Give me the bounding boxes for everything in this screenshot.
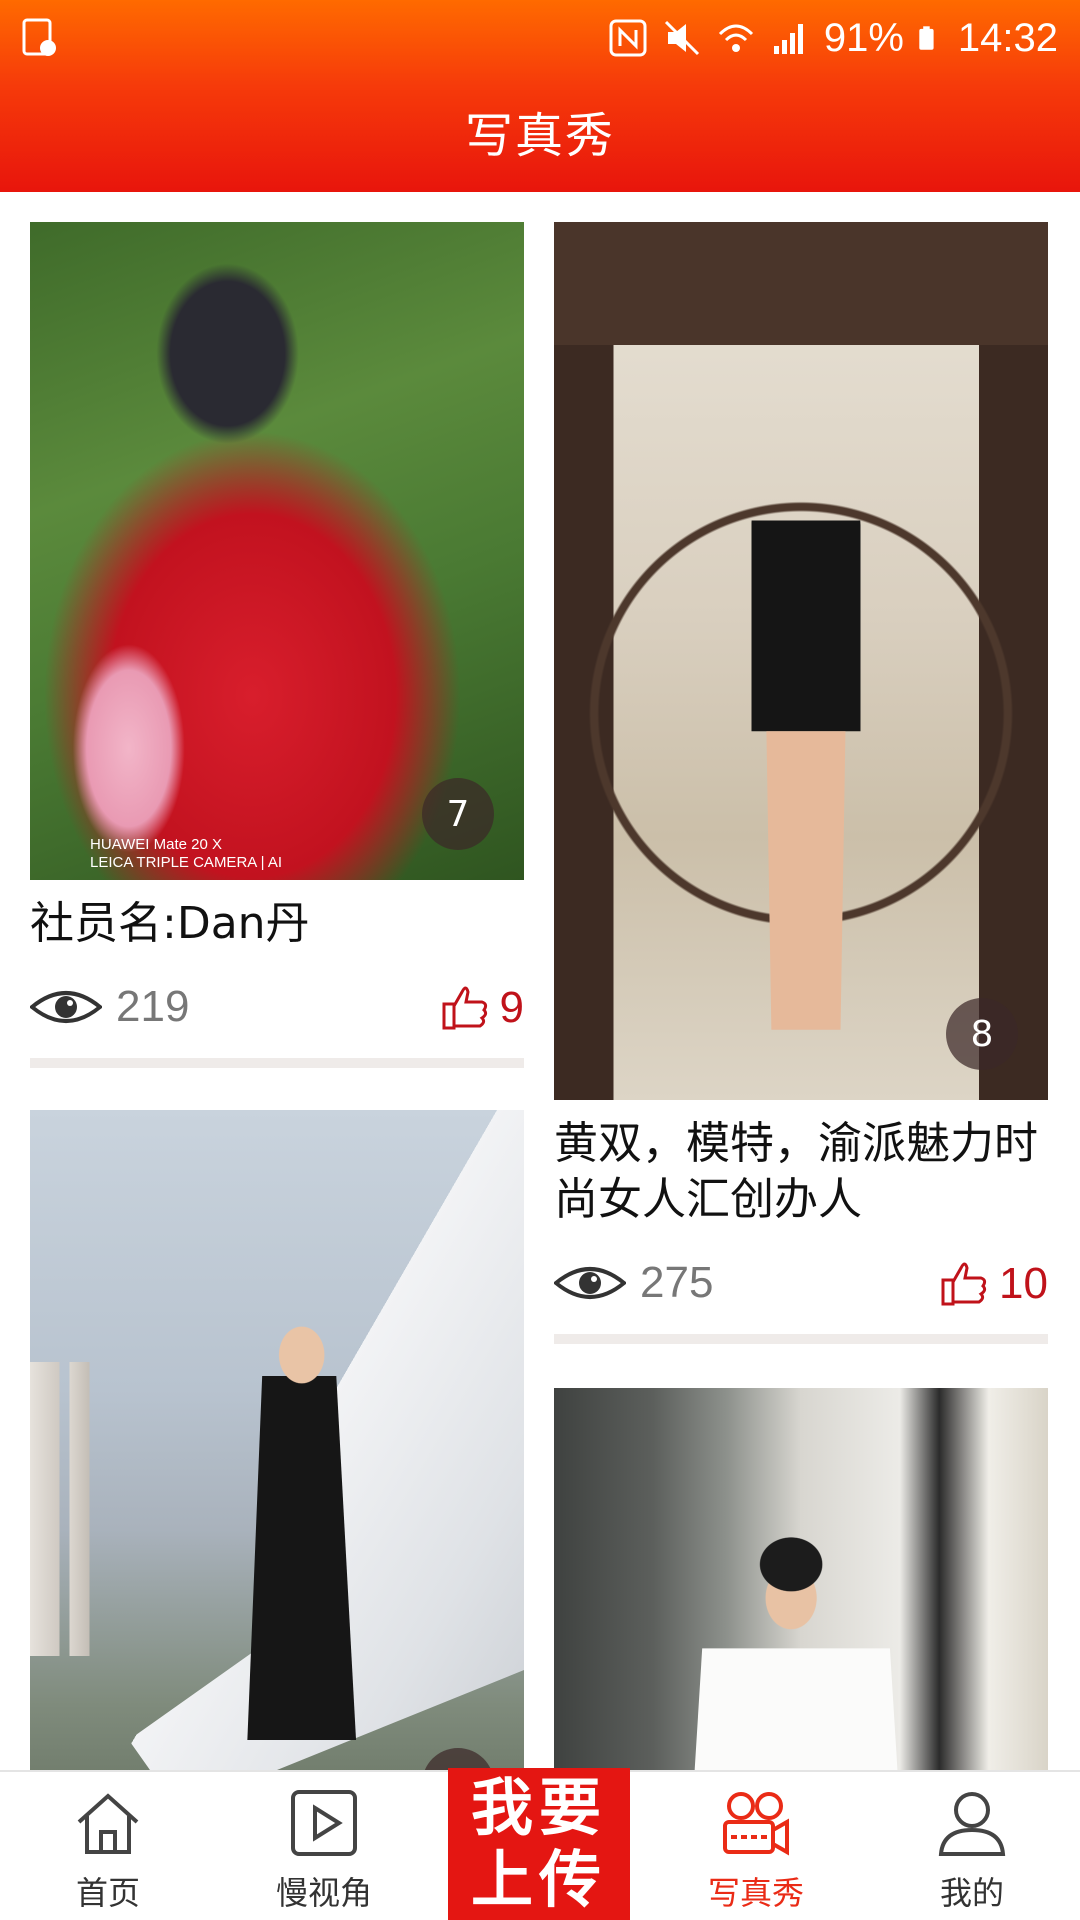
mute-icon [664, 20, 699, 56]
wifi-icon [718, 24, 753, 52]
photo-count-badge: 8 [946, 998, 1018, 1070]
camera-watermark: HUAWEI Mate 20 X LEICA TRIPLE CAMERA | A… [90, 836, 283, 871]
eye-icon [554, 1267, 626, 1299]
play-icon [291, 1790, 357, 1856]
card-photo[interactable]: HUAWEI Mate 20 X LEICA TRIPLE CAMERA | A… [30, 222, 524, 880]
upload-button[interactable]: 我要 上传 [448, 1768, 630, 1920]
nfc-icon [609, 19, 647, 57]
like-button[interactable]: 9 [440, 982, 524, 1034]
nav-home[interactable]: 首页 [0, 1772, 216, 1920]
card-photo[interactable]: 6 [30, 1110, 524, 1770]
card-photo[interactable]: 8 [554, 222, 1048, 1100]
video-camera-icon [723, 1792, 789, 1856]
nav-gallery[interactable]: 写真秀 [648, 1772, 864, 1920]
signal-icon [773, 24, 803, 54]
like-button[interactable]: 10 [939, 1258, 1048, 1310]
screen-record-icon [22, 18, 56, 56]
photo-card[interactable]: 6 [30, 1110, 524, 1770]
bottom-nav: 首页 慢视角 我要 上传 写真秀 我的 [0, 1768, 1080, 1920]
home-icon [77, 1793, 139, 1854]
clock: 14:32 [957, 15, 1058, 60]
user-icon [938, 1792, 1006, 1856]
photo-card[interactable] [554, 1388, 1048, 1770]
battery-percent: 91% [823, 15, 904, 60]
photo-feed[interactable]: HUAWEI Mate 20 X LEICA TRIPLE CAMERA | A… [0, 192, 1080, 1770]
eye-icon [30, 991, 102, 1023]
card-stats: 219 9 [30, 972, 524, 1052]
views-count: 275 [554, 1258, 713, 1308]
card-title[interactable]: 社员名:Dan丹 [30, 896, 524, 952]
thumbs-up-icon [941, 1262, 987, 1306]
card-title[interactable]: 黄双，模特，渝派魅力时尚女人汇创办人 [554, 1116, 1048, 1228]
nav-video[interactable]: 慢视角 [216, 1772, 432, 1920]
photo-card[interactable]: 8 黄双，模特，渝派魅力时尚女人汇创办人 275 10 [554, 222, 1048, 1344]
card-stats: 275 10 [554, 1248, 1048, 1328]
views-count: 219 [30, 982, 189, 1032]
nav-mine[interactable]: 我的 [864, 1772, 1080, 1920]
card-divider [554, 1334, 1048, 1344]
status-bar: 91% 14:32 [0, 0, 1080, 76]
page-title: 写真秀 [464, 108, 615, 164]
photo-card[interactable]: HUAWEI Mate 20 X LEICA TRIPLE CAMERA | A… [30, 222, 524, 1068]
app-header: 91% 14:32 写真秀 [0, 0, 1080, 192]
thumbs-up-icon [442, 986, 487, 1030]
photo-count-badge: 7 [422, 778, 494, 850]
card-photo[interactable] [554, 1388, 1048, 1770]
battery-icon [919, 26, 934, 50]
card-divider [30, 1058, 524, 1068]
